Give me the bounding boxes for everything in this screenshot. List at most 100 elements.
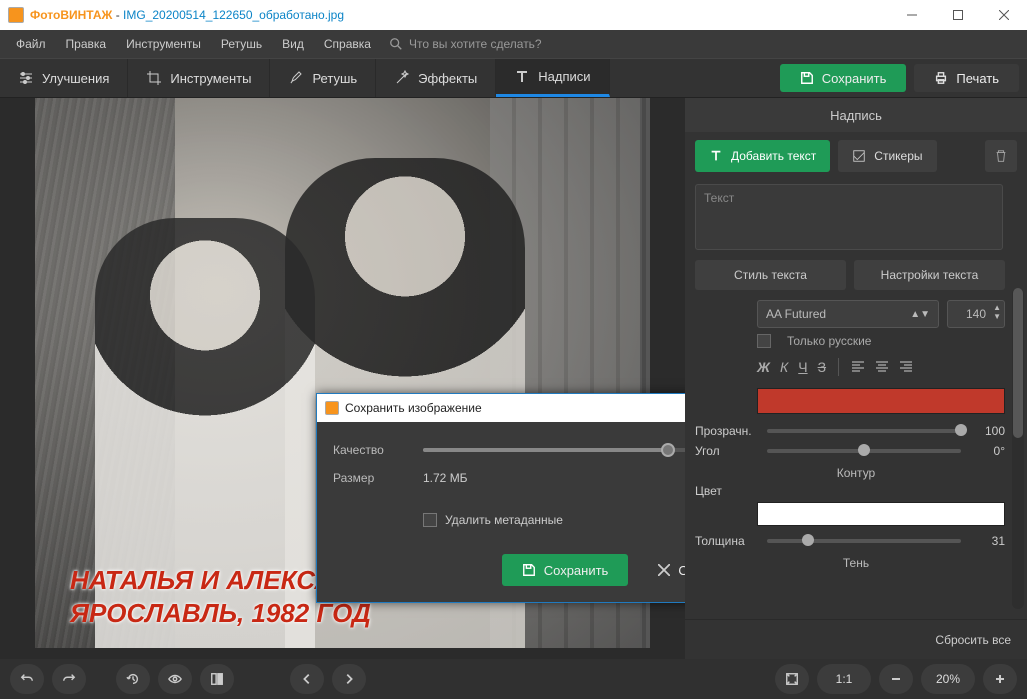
compare-button[interactable]: [200, 664, 234, 694]
angle-label: Угол: [695, 444, 757, 458]
preview-toggle-button[interactable]: [158, 664, 192, 694]
tab-tools-label: Инструменты: [170, 71, 251, 86]
print-button-label: Печать: [956, 71, 999, 86]
outline-color-swatch[interactable]: [757, 502, 1005, 526]
tab-text-style[interactable]: Стиль текста: [695, 260, 846, 290]
menu-bar: Файл Правка Инструменты Ретушь Вид Справ…: [0, 30, 1027, 58]
tab-effects[interactable]: Эффекты: [376, 59, 496, 97]
window-maximize-button[interactable]: [935, 0, 981, 30]
bold-icon[interactable]: Ж: [757, 359, 770, 375]
align-right-icon[interactable]: [899, 360, 913, 374]
tab-text-settings[interactable]: Настройки текста: [854, 260, 1005, 290]
save-icon: [800, 71, 814, 85]
minus-icon: [891, 674, 901, 684]
only-russian-label: Только русские: [787, 334, 871, 348]
tab-effects-label: Эффекты: [418, 71, 477, 86]
chevron-left-icon: [300, 672, 314, 686]
main-toolbar: Улучшения Инструменты Ретушь Эффекты Над…: [0, 58, 1027, 98]
dialog-app-icon: [325, 401, 339, 415]
spinner-arrows-icon[interactable]: ▲▼: [993, 303, 1001, 321]
menu-file[interactable]: Файл: [6, 30, 56, 58]
window-minimize-button[interactable]: [889, 0, 935, 30]
thickness-value: 31: [971, 534, 1005, 548]
chevron-right-icon: [342, 672, 356, 686]
panel-scrollbar[interactable]: [1012, 288, 1024, 609]
angle-slider[interactable]: [767, 449, 961, 453]
reset-all-button[interactable]: Сбросить все: [935, 633, 1011, 647]
printer-icon: [934, 71, 948, 85]
delete-metadata-label: Удалить метаданные: [445, 513, 563, 527]
tab-tools[interactable]: Инструменты: [128, 59, 270, 97]
search-icon: [389, 37, 403, 51]
tab-captions[interactable]: Надписи: [496, 59, 609, 97]
outline-color-label: Цвет: [695, 484, 757, 498]
delete-metadata-checkbox[interactable]: [423, 513, 437, 527]
menu-edit[interactable]: Правка: [56, 30, 117, 58]
dialog-cancel-button[interactable]: Отмена: [638, 554, 685, 586]
section-shadow: Тень: [685, 556, 1027, 570]
save-image-dialog: Сохранить изображение Качество 90 Размер: [316, 393, 685, 603]
trash-icon: [994, 149, 1008, 163]
menu-tools[interactable]: Инструменты: [116, 30, 211, 58]
text-color-swatch[interactable]: [757, 388, 1005, 414]
scrollbar-thumb[interactable]: [1013, 288, 1023, 438]
menu-view[interactable]: Вид: [272, 30, 314, 58]
italic-icon[interactable]: К: [780, 359, 788, 375]
underline-icon[interactable]: Ч: [798, 359, 807, 375]
zoom-value[interactable]: 20%: [921, 664, 975, 694]
font-size-value: 140: [966, 307, 986, 321]
font-size-input[interactable]: 140 ▲▼: [947, 300, 1005, 328]
only-russian-checkbox[interactable]: [757, 334, 771, 348]
window-close-button[interactable]: [981, 0, 1027, 30]
caption-text-input[interactable]: Текст: [695, 184, 1003, 250]
stickers-label: Стикеры: [874, 149, 922, 163]
align-left-icon[interactable]: [851, 360, 865, 374]
prev-image-button[interactable]: [290, 664, 324, 694]
dialog-cancel-label: Отмена: [678, 563, 685, 578]
delete-button[interactable]: [985, 140, 1017, 172]
history-button[interactable]: [116, 664, 150, 694]
undo-button[interactable]: [10, 664, 44, 694]
bottom-bar: 1:1 20%: [0, 659, 1027, 699]
next-image-button[interactable]: [332, 664, 366, 694]
search-input[interactable]: Что вы хотите сделать?: [409, 37, 542, 51]
tab-retouch-label: Ретушь: [312, 71, 357, 86]
dialog-save-label: Сохранить: [544, 563, 609, 578]
tab-enhance[interactable]: Улучшения: [0, 59, 128, 97]
thickness-label: Толщина: [695, 534, 757, 548]
fit-icon: [785, 672, 799, 686]
print-button[interactable]: Печать: [914, 64, 1019, 92]
strike-icon[interactable]: З: [818, 359, 826, 375]
add-text-label: Добавить текст: [731, 149, 816, 163]
tab-retouch[interactable]: Ретушь: [270, 59, 376, 97]
save-icon: [522, 563, 536, 577]
quality-label: Качество: [333, 443, 423, 457]
zoom-actual-button[interactable]: 1:1: [817, 664, 871, 694]
add-text-button[interactable]: Добавить текст: [695, 140, 830, 172]
thickness-slider[interactable]: [767, 539, 961, 543]
wand-icon: [394, 70, 410, 86]
zoom-in-button[interactable]: [983, 664, 1017, 694]
save-button-label: Сохранить: [822, 71, 887, 86]
dialog-save-button[interactable]: Сохранить: [502, 554, 629, 586]
image-canvas[interactable]: Наталья и Александр Майоровы, Ярославль,…: [0, 98, 685, 659]
menu-retouch[interactable]: Ретушь: [211, 30, 272, 58]
crop-icon: [146, 70, 162, 86]
redo-button[interactable]: [52, 664, 86, 694]
zoom-out-button[interactable]: [879, 664, 913, 694]
font-select[interactable]: AA Futured ▲▼: [757, 300, 939, 328]
stickers-button[interactable]: Стикеры: [838, 140, 936, 172]
quality-slider[interactable]: [423, 448, 685, 452]
slider-thumb[interactable]: [661, 443, 675, 457]
fit-screen-button[interactable]: [775, 664, 809, 694]
menu-help[interactable]: Справка: [314, 30, 381, 58]
chevron-updown-icon: ▲▼: [910, 309, 930, 320]
text-icon: [514, 69, 530, 85]
opacity-slider[interactable]: [767, 429, 961, 433]
redo-icon: [62, 672, 76, 686]
dialog-title: Сохранить изображение: [345, 401, 482, 415]
panel-title: Надпись: [685, 98, 1027, 132]
align-center-icon[interactable]: [875, 360, 889, 374]
save-button[interactable]: Сохранить: [780, 64, 907, 92]
sliders-icon: [18, 70, 34, 86]
